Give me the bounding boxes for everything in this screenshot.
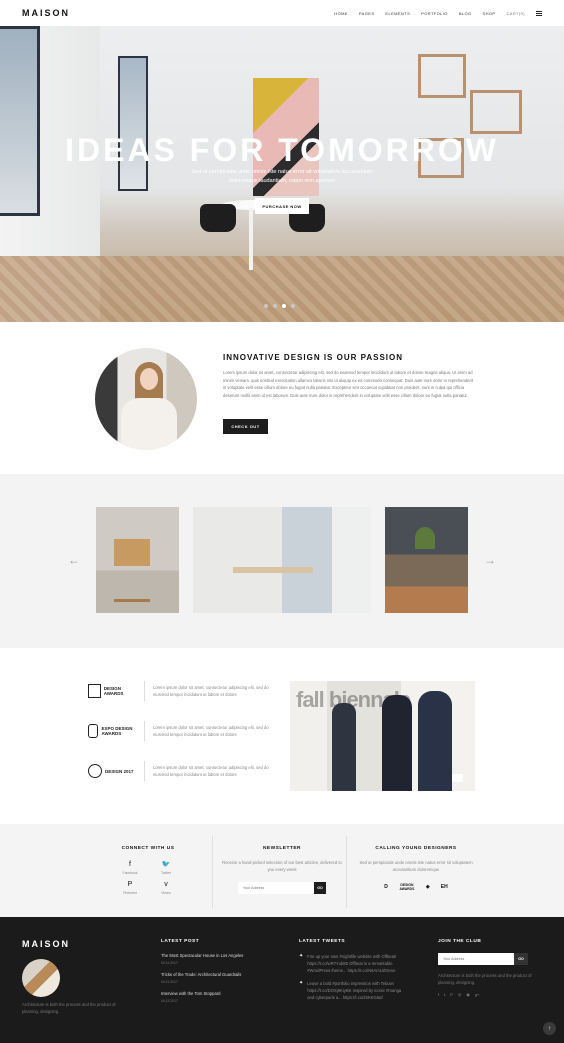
facebook-link[interactable]: f Facebook (112, 861, 148, 875)
post-item[interactable]: The Most Spectacular House in Los Angele… (161, 953, 281, 965)
widget-title: CALLING YOUNG DESIGNERS (375, 846, 457, 851)
google-plus-icon[interactable]: g+ (475, 992, 480, 997)
join-club-widget: JOIN THE CLUB GO Architecture is both th… (438, 939, 538, 997)
footer-widgets: CONNECT WITH US f Facebook 🐦 Twitter P P… (0, 824, 564, 917)
arrow-right-icon[interactable]: → (484, 553, 496, 567)
newsletter-widget: NEWSLETTER Receive a hand-picked selecti… (217, 824, 347, 917)
event-photo[interactable]: fall biennale (290, 681, 475, 791)
vimeo-icon: v (164, 881, 168, 888)
widget-title: LATEST POST (161, 939, 200, 944)
video-camera-icon[interactable] (452, 774, 463, 782)
partner-logo: DESIGN AWARDS (399, 883, 415, 891)
twitter-icon: ✦ (299, 980, 304, 986)
award-text: Lorem ipsum dolor sit amet, consectetur … (153, 765, 269, 777)
gallery-image[interactable] (96, 507, 179, 613)
gallery-carousel: ← → (0, 474, 564, 648)
award-item: DESIGN 2017 Lorem ipsum dolor sit amet, … (88, 758, 272, 784)
about-section: INNOVATIVE DESIGN IS OUR PASSION Lorem i… (0, 322, 564, 474)
designers-text: Sed ut perspiciatis unde omnis iste natu… (359, 860, 473, 872)
latest-posts-widget: LATEST POST The Most Spectacular House i… (161, 939, 281, 1010)
awards-section: DESIGN AWARDS Lorem ipsum dolor sit amet… (0, 648, 564, 824)
award-text: Lorem ipsum dolor sit amet, consectetur … (153, 685, 269, 697)
footer-social-links: f t P ◎ ◉ g+ (438, 992, 538, 997)
partner-logo: D (384, 884, 388, 890)
pinterest-icon[interactable]: P (450, 992, 453, 997)
nav-portfolio[interactable]: PORTFOLIO (421, 11, 448, 16)
arrow-left-icon[interactable]: ← (68, 553, 80, 567)
widget-title: JOIN THE CLUB (438, 939, 482, 944)
twitter-link[interactable]: 🐦 Twitter (148, 861, 184, 875)
site-logo[interactable]: MAISON (22, 8, 70, 18)
twitter-icon: 🐦 (161, 861, 171, 868)
club-submit-button[interactable]: GO (514, 953, 528, 965)
nav-shop[interactable]: SHOP (483, 11, 496, 16)
vimeo-link[interactable]: v Vimeo (148, 881, 184, 895)
slider-dot-active[interactable] (282, 304, 286, 308)
slider-dot[interactable] (264, 304, 268, 308)
award-logo: DESIGN AWARDS (88, 680, 138, 702)
instagram-icon[interactable]: ◎ (458, 992, 462, 997)
designer-photo (95, 348, 197, 450)
partner-logos: D DESIGN AWARDS ◈ EH (351, 883, 481, 891)
widget-title: NEWSLETTER (262, 846, 302, 851)
award-text: Lorem ipsum dolor sit amet, consectetur … (153, 725, 269, 737)
widget-title: CONNECT WITH US (121, 846, 175, 851)
widget-title: LATEST TWEETS (299, 939, 346, 944)
slider-dot[interactable] (273, 304, 277, 308)
post-item[interactable]: Tricks of the Trade: Architectural Guard… (161, 972, 281, 984)
purchase-now-button[interactable]: PURCHASE NOW (255, 198, 309, 214)
gallery-image[interactable] (385, 507, 468, 613)
nav-blog[interactable]: BLOG (459, 11, 472, 16)
pinterest-link[interactable]: P Pinterest (112, 881, 148, 895)
hero-title: IDEAS FOR TOMORROW (65, 132, 499, 168)
hamburger-icon[interactable] (536, 10, 542, 16)
tweet-item: ✦ Leave a bold #portfolio impression wit… (299, 980, 402, 1000)
pinterest-icon: P (127, 881, 133, 888)
club-text: Architecture is both the process and the… (438, 973, 532, 985)
award-item: DESIGN AWARDS Lorem ipsum dolor sit amet… (88, 678, 272, 704)
facebook-icon[interactable]: f (438, 992, 439, 997)
slider-dots (264, 304, 295, 308)
newsletter-submit-button[interactable]: GO (314, 882, 326, 894)
section-text: Lorem ipsum dolor sit amet, consectetur … (223, 370, 473, 398)
designers-widget: CALLING YOUNG DESIGNERS Sed ut perspicia… (351, 824, 481, 917)
site-header: MAISON HOME PAGES ELEMENTS PORTFOLIO BLO… (0, 0, 564, 26)
gallery-image[interactable] (193, 507, 371, 613)
nav-pages[interactable]: PAGES (359, 11, 375, 16)
partner-logo: EH (440, 884, 448, 890)
award-logo: DESIGN 2017 (88, 760, 138, 782)
facebook-icon: f (129, 861, 131, 868)
nav-cart[interactable]: CART(0) (506, 11, 525, 16)
back-to-top-icon[interactable]: ↑ (543, 1022, 556, 1035)
club-email-input[interactable] (438, 953, 514, 965)
footer-logo[interactable]: MAISON (22, 939, 70, 949)
twitter-icon: ✦ (299, 953, 304, 959)
nav-home[interactable]: HOME (334, 11, 348, 16)
dribbble-icon[interactable]: ◉ (466, 992, 470, 997)
award-logo: EXPO DESIGN AWARDS (88, 720, 138, 742)
post-item[interactable]: Interview with the Tom Stoppard 04.11.20… (161, 991, 281, 1003)
twitter-icon[interactable]: t (444, 992, 445, 997)
award-item: EXPO DESIGN AWARDS Lorem ipsum dolor sit… (88, 718, 272, 744)
slider-dot[interactable] (291, 304, 295, 308)
site-footer: MAISON Architecture is both the process … (0, 917, 564, 1043)
section-title: INNOVATIVE DESIGN IS OUR PASSION (223, 353, 404, 362)
check-out-button[interactable]: CHECK OUT (223, 419, 268, 434)
main-nav: HOME PAGES ELEMENTS PORTFOLIO BLOG SHOP … (323, 10, 542, 16)
nav-elements[interactable]: ELEMENTS (385, 11, 410, 16)
connect-widget: CONNECT WITH US f Facebook 🐦 Twitter P P… (83, 824, 213, 917)
partner-logo: ◈ (425, 884, 430, 890)
hero-subtitle: Sed ut perspiciatis unde omnis iste natu… (191, 169, 373, 184)
newsletter-email-input[interactable] (238, 882, 314, 894)
newsletter-text: Receive a hand-picked selection of our b… (222, 860, 342, 872)
tweet-item: ✦ Fire up your own #nightlife website wi… (299, 953, 397, 973)
latest-tweets-widget: LATEST TWEETS ✦ Fire up your own #nightl… (299, 939, 409, 1007)
footer-about: Architecture is both the process and the… (22, 1002, 116, 1014)
page: MAISON HOME PAGES ELEMENTS PORTFOLIO BLO… (0, 0, 564, 1043)
footer-image (22, 959, 60, 997)
